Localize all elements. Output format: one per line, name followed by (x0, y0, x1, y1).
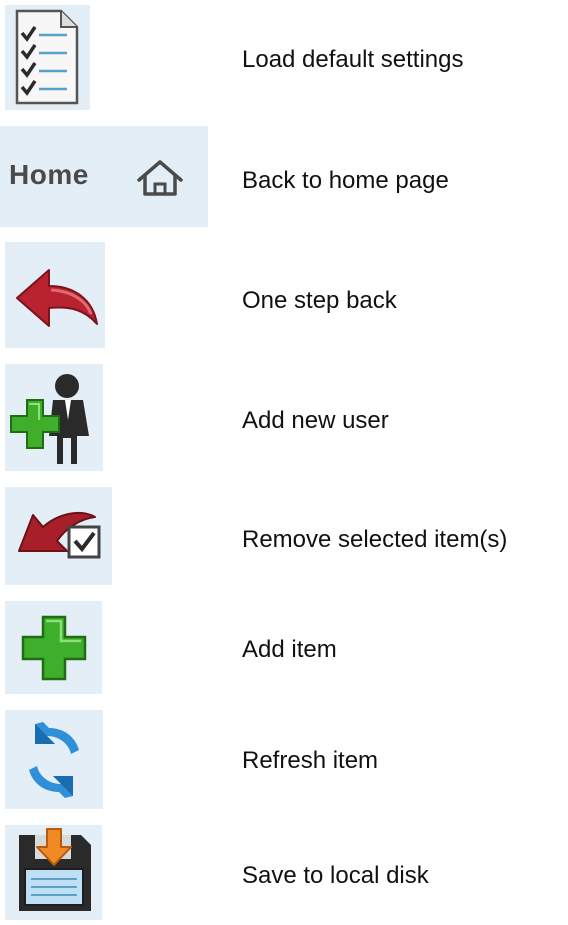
refresh-label: Refresh item (242, 747, 379, 774)
default-settings-icon (15, 9, 79, 105)
legend-row-add-item: Add item (0, 601, 568, 694)
default-settings-label: Load default settings (242, 46, 464, 73)
add-item-label: Add item (242, 636, 337, 663)
save-disk-icon (19, 828, 91, 911)
add-user-button[interactable] (5, 364, 103, 471)
remove-button[interactable] (5, 487, 112, 585)
refresh-icon (29, 722, 79, 798)
legend-row-default-settings: Load default settings (0, 5, 568, 110)
save-label: Save to local disk (242, 862, 429, 889)
home-label: Back to home page (242, 167, 449, 194)
remove-item-icon (18, 511, 101, 559)
legend-row-refresh: Refresh item (0, 710, 568, 809)
add-user-label: Add new user (242, 407, 389, 434)
back-arrow-icon (16, 269, 98, 327)
add-item-button[interactable] (5, 601, 102, 694)
back-button[interactable] (5, 242, 105, 348)
add-item-icon (21, 615, 87, 681)
refresh-button[interactable] (5, 710, 103, 809)
back-label: One step back (242, 287, 397, 314)
legend-row-add-user: Add new user (0, 364, 568, 471)
save-button[interactable] (5, 825, 102, 920)
home-button[interactable]: Home (0, 126, 208, 227)
add-user-icon (10, 374, 89, 464)
default-settings-button[interactable] (5, 5, 90, 110)
legend-row-home: Home Back to home page (0, 126, 568, 227)
legend-row-remove: Remove selected item(s) (0, 487, 568, 585)
legend-row-save: Save to local disk (0, 825, 568, 920)
home-icon (137, 160, 183, 196)
remove-label: Remove selected item(s) (242, 526, 508, 553)
legend-row-back: One step back (0, 242, 568, 348)
